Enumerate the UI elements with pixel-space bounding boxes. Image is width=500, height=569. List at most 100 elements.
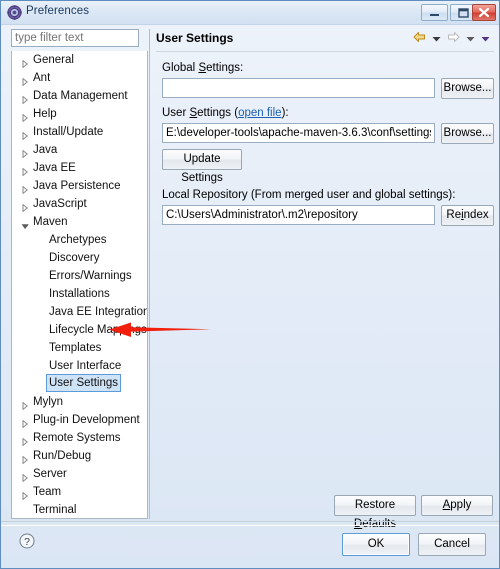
minimize-icon[interactable] (421, 4, 448, 21)
forward-arrow-icon[interactable] (447, 31, 460, 46)
chevron-right-icon[interactable] (21, 470, 29, 483)
tree-item-label: Java Persistence (33, 180, 121, 192)
tree-item-label: Team (33, 486, 62, 498)
user-settings-browse-button[interactable]: Browse... (441, 123, 494, 144)
tree-item-label: Server (33, 468, 67, 480)
tree-item-label: Ant (33, 72, 51, 84)
eclipse-preferences-icon (7, 5, 22, 20)
tree-item-label: Archetypes (49, 234, 107, 246)
tree-item-team[interactable]: Team (12, 483, 147, 501)
window-title: Preferences (26, 5, 90, 17)
tree-item-maven[interactable]: Maven (12, 213, 147, 231)
local-repository-input[interactable] (162, 205, 435, 225)
tree-item-label: JavaScript (33, 198, 87, 210)
chevron-right-icon[interactable] (21, 416, 29, 429)
user-settings-mnemonic: S (189, 107, 198, 119)
chevron-right-icon[interactable] (21, 128, 29, 141)
close-icon[interactable] (472, 4, 496, 21)
tree-item-label: Lifecycle Mappings (49, 324, 147, 336)
chevron-down-icon[interactable] (21, 218, 29, 229)
chevron-right-icon[interactable] (21, 200, 29, 213)
local-repository-label: Local Repository (From merged user and g… (162, 189, 456, 201)
tree-item-archetypes[interactable]: Archetypes (12, 231, 147, 249)
tree-item-terminal[interactable]: Terminal (12, 501, 147, 518)
title-separator (156, 51, 494, 52)
tree-item-label: General (33, 54, 74, 66)
tree-item-label: Java EE (33, 162, 76, 174)
chevron-right-icon[interactable] (21, 146, 29, 159)
chevron-right-icon[interactable] (21, 488, 29, 501)
page-title: User Settings (156, 31, 234, 45)
tree-item-label: Data Management (33, 90, 128, 102)
global-settings-browse-button[interactable]: Browse... (441, 78, 494, 99)
tree-item-server[interactable]: Server (12, 465, 147, 483)
tree-item-label: Templates (49, 342, 102, 354)
preferences-tree[interactable]: General Ant Data Management Help Install/Upd… (11, 51, 148, 519)
tree-item-lifecycle-mappings[interactable]: Lifecycle Mappings (12, 321, 147, 339)
tree-item-label: Installations (49, 288, 110, 300)
chevron-right-icon[interactable] (21, 398, 29, 411)
tree-item-ant[interactable]: Ant (12, 69, 147, 87)
user-settings-input[interactable] (162, 123, 435, 143)
tree-item-java-ee[interactable]: Java EE (12, 159, 147, 177)
restore-defaults-mnemonic: D (353, 518, 363, 530)
tree-item-errors-warnings[interactable]: Errors/Warnings (12, 267, 147, 285)
user-settings-label: User Settings (open file): (162, 107, 289, 119)
tree-item-discovery[interactable]: Discovery (12, 249, 147, 267)
footer-separator-highlight (1, 525, 499, 526)
tree-item-label: Errors/Warnings (49, 270, 132, 282)
tree-item-mylyn[interactable]: Mylyn (12, 393, 147, 411)
global-settings-label: Global Settings: (162, 62, 244, 74)
chevron-right-icon[interactable] (21, 434, 29, 447)
view-menu-icon[interactable] (481, 33, 490, 45)
settings-panel: User Settings Global Settings: Browse...… (156, 29, 494, 530)
footer-separator (1, 521, 499, 522)
forward-dropdown-arrow-icon[interactable] (466, 33, 475, 45)
restore-defaults-button[interactable]: Restore Defaults (334, 495, 416, 530)
tree-item-label: Help (33, 108, 57, 120)
search-input[interactable] (11, 29, 139, 47)
panel-divider (149, 29, 150, 519)
navigation-toolbar (410, 31, 490, 45)
ok-button[interactable]: OK (342, 533, 410, 556)
tree-item-user-settings[interactable]: User Settings (12, 374, 147, 393)
chevron-right-icon[interactable] (21, 92, 29, 105)
tree-item-label: Terminal (33, 504, 77, 516)
global-settings-mnemonic: S (198, 62, 207, 74)
tree-item-user-interface[interactable]: User Interface (12, 357, 147, 375)
chevron-right-icon[interactable] (21, 182, 29, 195)
tree-item-java-ee-integration[interactable]: Java EE Integration (12, 303, 147, 321)
tree-item-label: Plug-in Development (33, 414, 140, 426)
tree-item-installations[interactable]: Installations (12, 285, 147, 303)
tree-item-remote-systems[interactable]: Remote Systems (12, 429, 147, 447)
update-settings-button[interactable]: Update Settings (162, 149, 242, 184)
cancel-button[interactable]: Cancel (418, 533, 486, 556)
tree-item-templates[interactable]: Templates (12, 339, 147, 357)
svg-text:?: ? (24, 536, 30, 548)
tree-item-general[interactable]: General (12, 51, 147, 69)
chevron-right-icon[interactable] (21, 74, 29, 87)
chevron-right-icon[interactable] (21, 56, 29, 69)
tree-item-install-update[interactable]: Install/Update (12, 123, 147, 141)
tree-item-help[interactable]: Help (12, 105, 147, 123)
tree-item-plug-in-development[interactable]: Plug-in Development (12, 411, 147, 429)
tree-item-label: Java (33, 144, 58, 156)
preferences-dialog: Preferences General Ant Data Management Hel… (0, 0, 500, 569)
chevron-right-icon[interactable] (21, 164, 29, 177)
back-arrow-icon[interactable] (413, 31, 426, 46)
tree-item-java-persistence[interactable]: Java Persistence (12, 177, 147, 195)
apply-button[interactable]: Apply (421, 495, 493, 516)
tree-item-run-debug[interactable]: Run/Debug (12, 447, 147, 465)
back-dropdown-arrow-icon[interactable] (432, 33, 441, 45)
global-settings-input[interactable] (162, 78, 435, 98)
tree-item-data-management[interactable]: Data Management (12, 87, 147, 105)
tree-item-java[interactable]: Java (12, 141, 147, 159)
chevron-right-icon[interactable] (21, 110, 29, 123)
tree-item-javascript[interactable]: JavaScript (12, 195, 147, 213)
tree-item-label: User Interface (49, 360, 122, 372)
open-file-link[interactable]: open file (238, 107, 281, 119)
help-question-icon[interactable]: ? (19, 533, 35, 549)
reindex-button[interactable]: Reindex (441, 205, 494, 226)
tree-item-label: Run/Debug (33, 450, 92, 462)
chevron-right-icon[interactable] (21, 452, 29, 465)
